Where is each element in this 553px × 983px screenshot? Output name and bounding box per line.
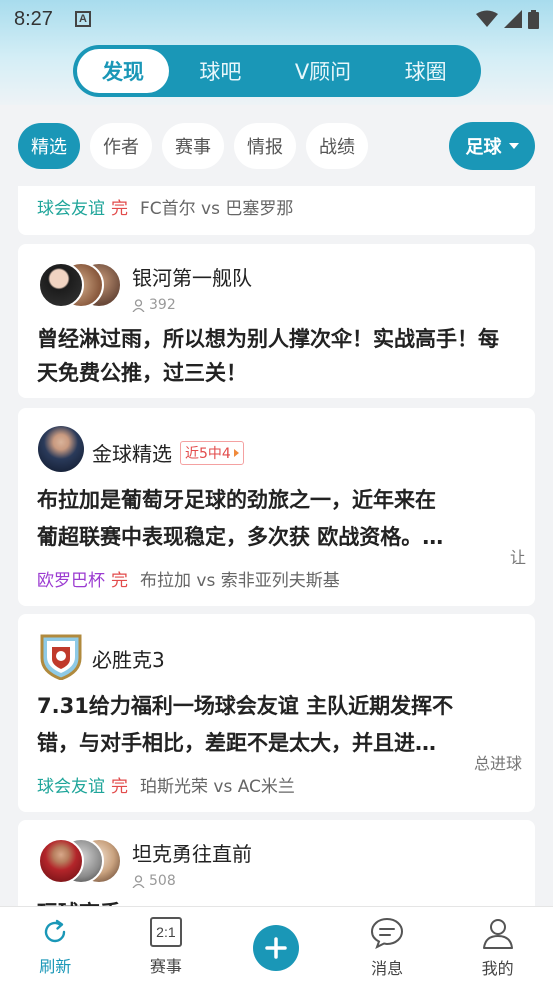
user-icon [482,919,513,949]
team-crest-icon [38,632,84,681]
post-text-line[interactable]: 错，与对手相比，差距不是太大，并且进… [37,726,507,760]
feed-card[interactable]: 必胜克3 7.31给力福利一场球会友谊 主队近期发挥不 错，与对手相比，差距不是… [18,614,535,812]
avatar-stack [38,262,128,312]
author-block: 银河第一舰队 392 [132,262,252,313]
sport-selector-label: 足球 [465,137,502,158]
avatar-stack [38,838,128,888]
feed-list[interactable]: 球会友谊 完 FC首尔 vs 巴塞罗那 让 银河第一舰队 392 曾经淋过雨，所… [0,186,553,906]
matchup-text: 布拉加 vs 索非亚列夫斯基 [140,571,340,591]
tab-circle[interactable]: 球圈 [374,49,477,93]
nav-refresh-label: 刷新 [39,957,72,976]
author-name[interactable]: 必胜克3 [92,644,165,673]
matchup-text: 珀斯光荣 vs AC米兰 [140,777,295,797]
post-text-line[interactable]: 7.31给力福利一场球会友谊 主队近期发挥不 [37,689,527,723]
bet-type-label: 让 [510,548,527,567]
card-meta: 欧罗巴杯 完 布拉加 vs 索非亚列夫斯基 [37,566,340,591]
feed-card-partial[interactable]: 球会友谊 完 FC首尔 vs 巴塞罗那 让 [18,186,535,235]
post-text[interactable]: 曾经淋过雨，所以想为别人撑次伞！实战高手！每天免费公推，过三关！ [37,322,519,390]
match-status: 完 [111,777,128,797]
streak-badge: 近5中4 [180,440,244,465]
tab-v-advisor[interactable]: V顾问 [272,49,375,93]
avatar [38,262,84,308]
fans-number: 392 [149,297,176,313]
nav-post[interactable] [221,907,332,983]
bet-type-label: 总进球 [474,754,523,773]
match-status: 完 [111,571,128,591]
nav-messages[interactable]: 消息 [332,907,443,983]
nav-messages-label: 消息 [371,959,404,978]
feed-card[interactable]: 坦克勇往直前 508 玩球高手 [18,820,535,906]
nav-matches[interactable]: 2:1 赛事 [111,907,222,983]
post-text[interactable]: 玩球高手 [37,896,519,906]
matchup-text: FC首尔 vs 巴塞罗那 [140,199,294,219]
card-meta: 球会友谊 完 FC首尔 vs 巴塞罗那 [37,194,293,219]
match-status: 完 [111,199,128,219]
nav-profile[interactable]: 我的 [442,907,553,983]
plus-icon [253,925,300,971]
author-block: 金球精选 近5中4 [92,438,244,467]
status-icons [476,9,539,29]
feed-card[interactable]: 金球精选 近5中4 布拉加是葡萄牙足球的劲旅之一，近年来在 葡超联赛中表现稳定，… [18,408,535,606]
sport-selector-button[interactable]: 足球 [449,122,535,170]
nav-profile-label: 我的 [481,959,514,978]
battery-icon [528,9,539,29]
author-name[interactable]: 银河第一舰队 [132,262,252,291]
arrow-right-icon [233,448,239,457]
person-icon [132,298,145,312]
league-label[interactable]: 欧罗巴杯 [37,566,105,591]
avatar [38,426,84,472]
filter-records[interactable]: 战绩 [306,123,368,169]
caret-down-icon [508,143,519,149]
filter-matches[interactable]: 赛事 [162,123,224,169]
filter-authors[interactable]: 作者 [90,123,152,169]
scoreboard-text: 2:1 [156,924,176,940]
tab-discover[interactable]: 发现 [77,49,169,93]
fans-count: 392 [132,297,252,313]
message-icon [371,917,404,949]
fans-count: 508 [132,873,252,889]
top-tab-bar: 发现 球吧 V顾问 球圈 [73,45,481,97]
post-text-line[interactable]: 布拉加是葡萄牙足球的劲旅之一，近年来在 [37,483,527,517]
person-icon [132,874,145,888]
notification-icon: A [74,11,91,27]
card-meta: 球会友谊 完 珀斯光荣 vs AC米兰 [37,772,295,797]
post-text-line[interactable]: 葡超联赛中表现稳定，多次获 欧战资格。… [37,520,507,554]
feed-card[interactable]: 银河第一舰队 392 曾经淋过雨，所以想为别人撑次伞！实战高手！每天免费公推，过… [18,244,535,398]
status-bar: 8:27 A [0,0,553,38]
author-name[interactable]: 坦克勇往直前 [132,838,252,867]
scoreboard-icon: 2:1 [149,917,182,947]
league-label[interactable]: 球会友谊 [37,772,105,797]
filter-intel[interactable]: 情报 [234,123,296,169]
league-label[interactable]: 球会友谊 [37,194,105,219]
nav-refresh[interactable]: 刷新 [0,907,111,983]
fans-number: 508 [149,873,176,889]
avatar [38,838,84,884]
status-time: 8:27 [14,7,53,30]
author-block: 坦克勇往直前 508 [132,838,252,889]
wifi-icon [476,10,498,27]
tab-forum[interactable]: 球吧 [169,49,272,93]
bottom-nav: 刷新 2:1 赛事 消息 我的 [0,906,553,983]
author-name[interactable]: 金球精选 [92,438,172,467]
signal-icon [504,10,522,28]
streak-text: 近5中4 [185,445,231,462]
nav-matches-label: 赛事 [149,957,182,976]
refresh-icon [45,919,66,943]
filter-featured[interactable]: 精选 [18,123,80,169]
